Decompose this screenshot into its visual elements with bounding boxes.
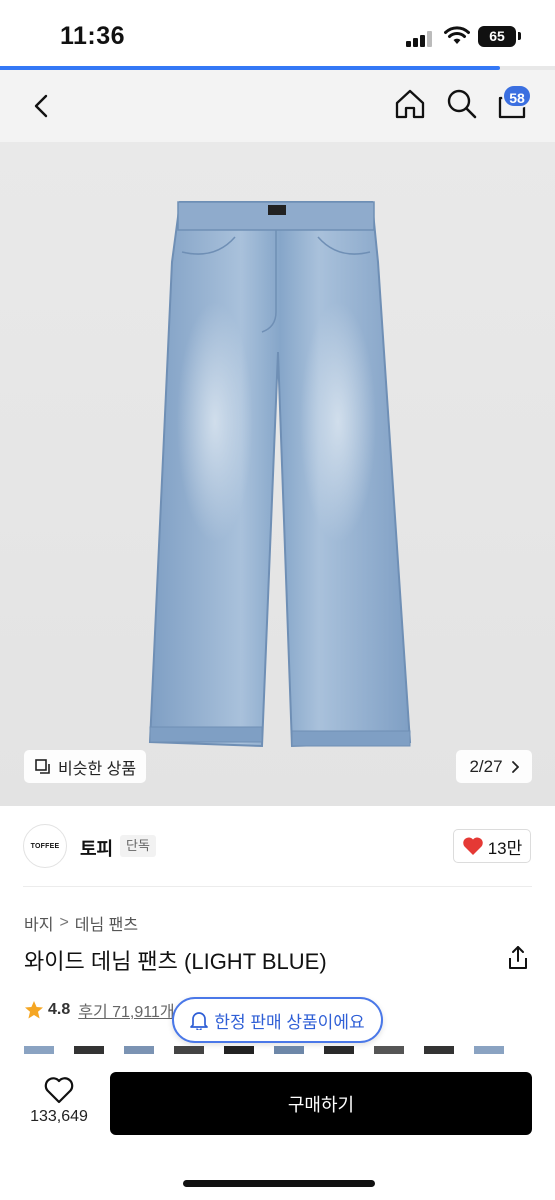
review-thumbnail[interactable]: [174, 1046, 204, 1054]
search-icon[interactable]: [444, 86, 480, 122]
breadcrumb-item-subcategory[interactable]: 데님 팬츠: [75, 911, 138, 935]
brand-logo[interactable]: TOFFEE: [23, 824, 67, 868]
status-time: 11:36: [60, 22, 126, 50]
wifi-icon: [444, 26, 470, 44]
review-thumbnail[interactable]: [324, 1046, 354, 1054]
chevron-right-icon: [511, 760, 519, 773]
status-bar: 11:36 65: [0, 0, 555, 66]
buy-button[interactable]: 구매하기: [110, 1072, 532, 1135]
review-thumbnail[interactable]: [474, 1046, 504, 1054]
limited-sale-label: 한정 판매 상품이에요: [214, 1012, 365, 1032]
chevron-left-icon[interactable]: [24, 88, 60, 124]
cart-count-badge: 58: [502, 84, 532, 108]
battery-tip: [518, 32, 521, 40]
review-thumbnail[interactable]: [374, 1046, 404, 1054]
brand-logo-text: TOFFEE: [30, 842, 60, 850]
review-thumbnail[interactable]: [424, 1046, 454, 1054]
wishlist-count: 133,649: [30, 1108, 88, 1125]
bell-icon: [190, 1012, 209, 1030]
limited-sale-notice: 한정 판매 상품이에요: [172, 997, 383, 1043]
bottom-action-bar: 133,649 구매하기: [0, 1056, 555, 1200]
product-image-gallery[interactable]: 비슷한 상품 2/27: [0, 142, 555, 806]
jeans-product-image: [148, 201, 412, 748]
breadcrumb: 바지 > 데님 팬츠: [24, 911, 138, 935]
similar-products-label: 비슷한 상품: [58, 760, 137, 778]
image-page-counter[interactable]: 2/27: [456, 750, 532, 783]
top-nav-bar: [0, 70, 555, 142]
review-thumbnail-strip[interactable]: [24, 1046, 555, 1054]
star-icon: [25, 1001, 43, 1019]
review-count-link[interactable]: 후기 71,911개: [78, 998, 174, 1022]
share-icon[interactable]: [504, 944, 532, 972]
brand-row: TOFFEE 토피 단독 13만: [0, 806, 555, 886]
product-title: 와이드 데님 팬츠 (LIGHT BLUE): [24, 949, 327, 974]
review-thumbnail[interactable]: [24, 1046, 54, 1054]
heart-filled-icon: [462, 837, 483, 855]
signal-icon: [406, 31, 434, 47]
copy-icon: [35, 758, 50, 774]
brand-like-count: 13만: [487, 838, 523, 858]
brand-like-button[interactable]: 13만: [453, 829, 531, 863]
review-thumbnail[interactable]: [74, 1046, 104, 1054]
image-page-counter-text: 2/27: [469, 756, 503, 776]
review-thumbnail[interactable]: [224, 1046, 254, 1054]
home-icon[interactable]: [392, 86, 428, 122]
rating-row: 4.8 후기 71,911개: [24, 998, 175, 1022]
heart-outline-icon[interactable]: [44, 1076, 74, 1104]
review-thumbnail[interactable]: [274, 1046, 304, 1054]
rating-value: 4.8: [48, 1001, 71, 1018]
brand-name[interactable]: 토피: [80, 835, 113, 861]
home-indicator: [183, 1180, 375, 1187]
exclusive-tag: 단독: [120, 835, 156, 857]
section-divider: [23, 886, 532, 887]
similar-products-button[interactable]: 비슷한 상품: [24, 750, 147, 783]
review-thumbnail[interactable]: [124, 1046, 154, 1054]
breadcrumb-separator-icon: >: [59, 914, 69, 931]
battery-indicator: 65: [478, 26, 516, 47]
breadcrumb-item-category[interactable]: 바지: [24, 911, 53, 935]
